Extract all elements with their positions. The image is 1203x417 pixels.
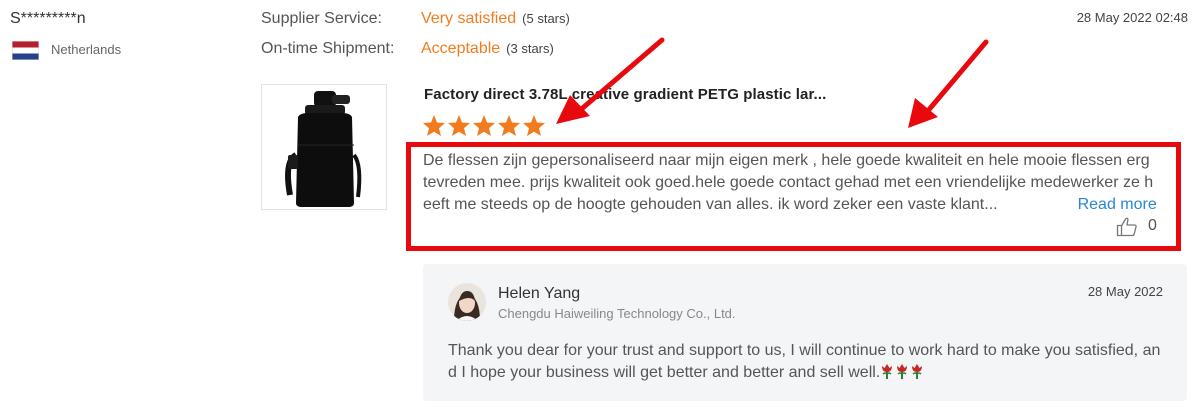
reply-body: Thank you dear for your trust and suppor… xyxy=(448,342,1161,381)
reply-company: Chengdu Haiweiling Technology Co., Ltd. xyxy=(498,306,736,321)
star-icon xyxy=(448,115,470,136)
review-text: De flessen zijn gepersonaliseerd naar mi… xyxy=(423,150,1158,216)
supplier-service-stars-note: (5 stars) xyxy=(522,11,570,26)
read-more-link[interactable]: Read more xyxy=(1078,196,1157,213)
reply-author-name: Helen Yang xyxy=(498,285,581,302)
ontime-shipment-rating: On-time Shipment: Acceptable (3 stars) xyxy=(261,40,554,58)
water-bottle-image xyxy=(285,91,362,207)
product-title-link[interactable]: Factory direct 3.78L creative gradient P… xyxy=(424,86,826,103)
annotation-arrow-left xyxy=(556,37,665,124)
product-thumbnail[interactable] xyxy=(261,84,387,210)
buyer-country: Netherlands xyxy=(51,42,122,57)
rose-emoji-icons xyxy=(880,362,924,387)
star-icon xyxy=(473,115,495,136)
review-body: De flessen zijn gepersonaliseerd naar mi… xyxy=(423,152,1154,213)
star-icon xyxy=(423,115,445,136)
ontime-shipment-stars-note: (3 stars) xyxy=(506,41,554,56)
reply-date: 28 May 2022 xyxy=(1087,284,1163,299)
netherlands-flag-icon xyxy=(12,41,39,60)
buyer-name: S*********n xyxy=(10,10,86,27)
supplier-service-value: Very satisfied xyxy=(421,10,517,27)
star-icon xyxy=(498,115,520,136)
ontime-shipment-label: On-time Shipment: xyxy=(261,40,395,57)
review-date: 28 May 2022 02:48 xyxy=(1076,10,1188,25)
supplier-service-rating: Supplier Service: Very satisfied (5 stars) xyxy=(261,10,570,28)
supplier-service-label: Supplier Service: xyxy=(261,10,382,27)
thumbs-up-icon[interactable] xyxy=(1116,217,1138,242)
ontime-shipment-value: Acceptable xyxy=(421,40,501,57)
annotation-arrow-right xyxy=(908,39,989,128)
product-rating-stars xyxy=(422,114,547,138)
like-count: 0 xyxy=(1148,217,1157,234)
avatar xyxy=(448,283,486,321)
star-icon xyxy=(523,115,545,136)
reply-text: Thank you dear for your trust and suppor… xyxy=(448,340,1168,387)
